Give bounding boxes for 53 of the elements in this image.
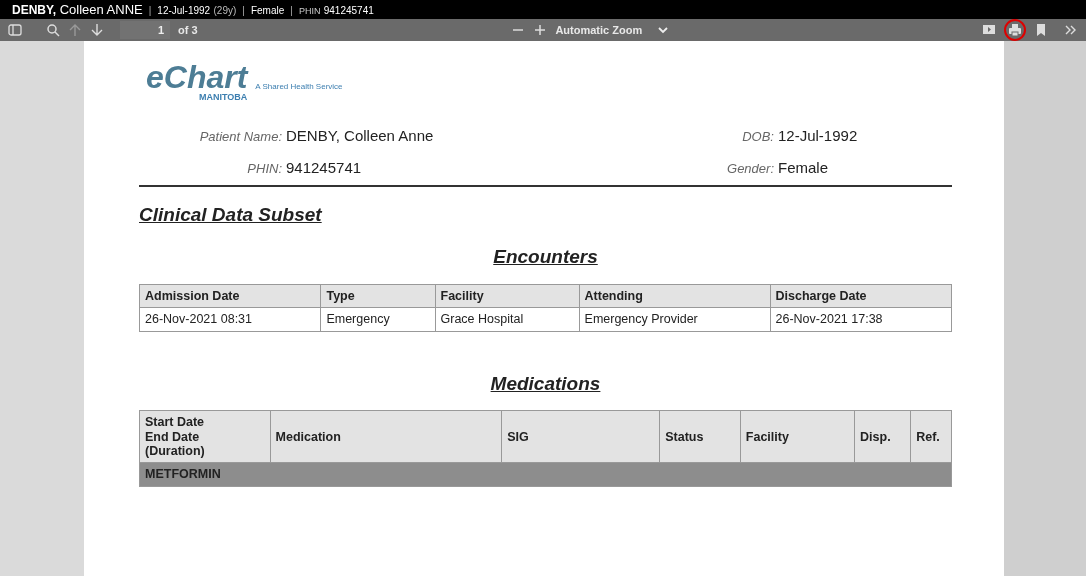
sidebar-toggle-icon[interactable]	[8, 23, 22, 37]
section-title: Clinical Data Subset	[139, 202, 323, 227]
table-cell: 26-Nov-2021 08:31	[139, 307, 321, 332]
table-cell: Grace Hospital	[435, 307, 580, 332]
zoom-in-icon[interactable]	[533, 23, 548, 37]
table-cell: Emergency	[320, 307, 436, 332]
field-label: PHIN:	[246, 160, 282, 179]
column-header: Ref.	[910, 410, 952, 463]
page-number-field[interactable]: 1	[120, 21, 170, 39]
table-cell: 26-Nov-2021 17:38	[770, 307, 952, 332]
column-header: Attending	[579, 284, 771, 308]
column-header: Status	[659, 410, 741, 463]
separator: |	[148, 5, 152, 16]
separator: |	[290, 5, 293, 16]
caret-icon	[658, 26, 669, 34]
table-title: Encounters	[493, 246, 598, 268]
column-header: Medication	[270, 410, 502, 463]
column-header: Facility	[435, 284, 580, 308]
column-header: Facility	[740, 410, 855, 463]
separator: |	[242, 5, 245, 16]
group-row: METFORMIN	[139, 462, 952, 487]
field-label: DOB:	[741, 127, 774, 146]
table-cell: Emergency Provider	[579, 307, 771, 332]
double-chevron-icon[interactable]	[1064, 23, 1078, 37]
field-value: Female	[777, 158, 830, 179]
phin-number: 941245741	[323, 5, 374, 16]
page-count: of 3	[178, 22, 198, 38]
column-header: Discharge Date	[770, 284, 952, 308]
down-arrow-icon[interactable]	[90, 23, 104, 37]
field-value: 12-Jul-1992	[777, 125, 859, 146]
patient-surname: DENBY,	[12, 3, 56, 17]
field-value: DENBY, Colleen Anne	[285, 125, 435, 146]
bookmark-icon[interactable]	[1034, 23, 1048, 37]
presentation-icon[interactable]	[982, 23, 996, 37]
date-of-birth: 12-Jul-1992	[157, 5, 211, 16]
printer-icon	[1008, 23, 1022, 37]
column-header: SIG	[501, 410, 660, 463]
phin-label: PHIN	[298, 6, 321, 16]
table-title: Medications	[490, 372, 601, 394]
column-header: Admission Date	[139, 284, 321, 308]
patient-given-name: Colleen ANNE	[58, 2, 143, 17]
zoom-select[interactable]: Automatic Zoom	[555, 21, 669, 39]
search-icon[interactable]	[46, 23, 60, 37]
column-header: Disp.	[854, 410, 911, 463]
field-value: 941245741	[285, 158, 363, 179]
patient-gender: Female	[250, 5, 285, 16]
column-header: Type	[320, 284, 436, 308]
column-header: Start Date End Date (Duration)	[139, 410, 271, 463]
echart-logo: eChart MANITOBA	[146, 61, 248, 103]
field-label: Patient Name:	[198, 127, 282, 146]
field-label: Gender:	[726, 160, 774, 179]
logo-tagline: A Shared Health Service	[255, 80, 343, 93]
patient-age: (29y)	[213, 5, 237, 16]
